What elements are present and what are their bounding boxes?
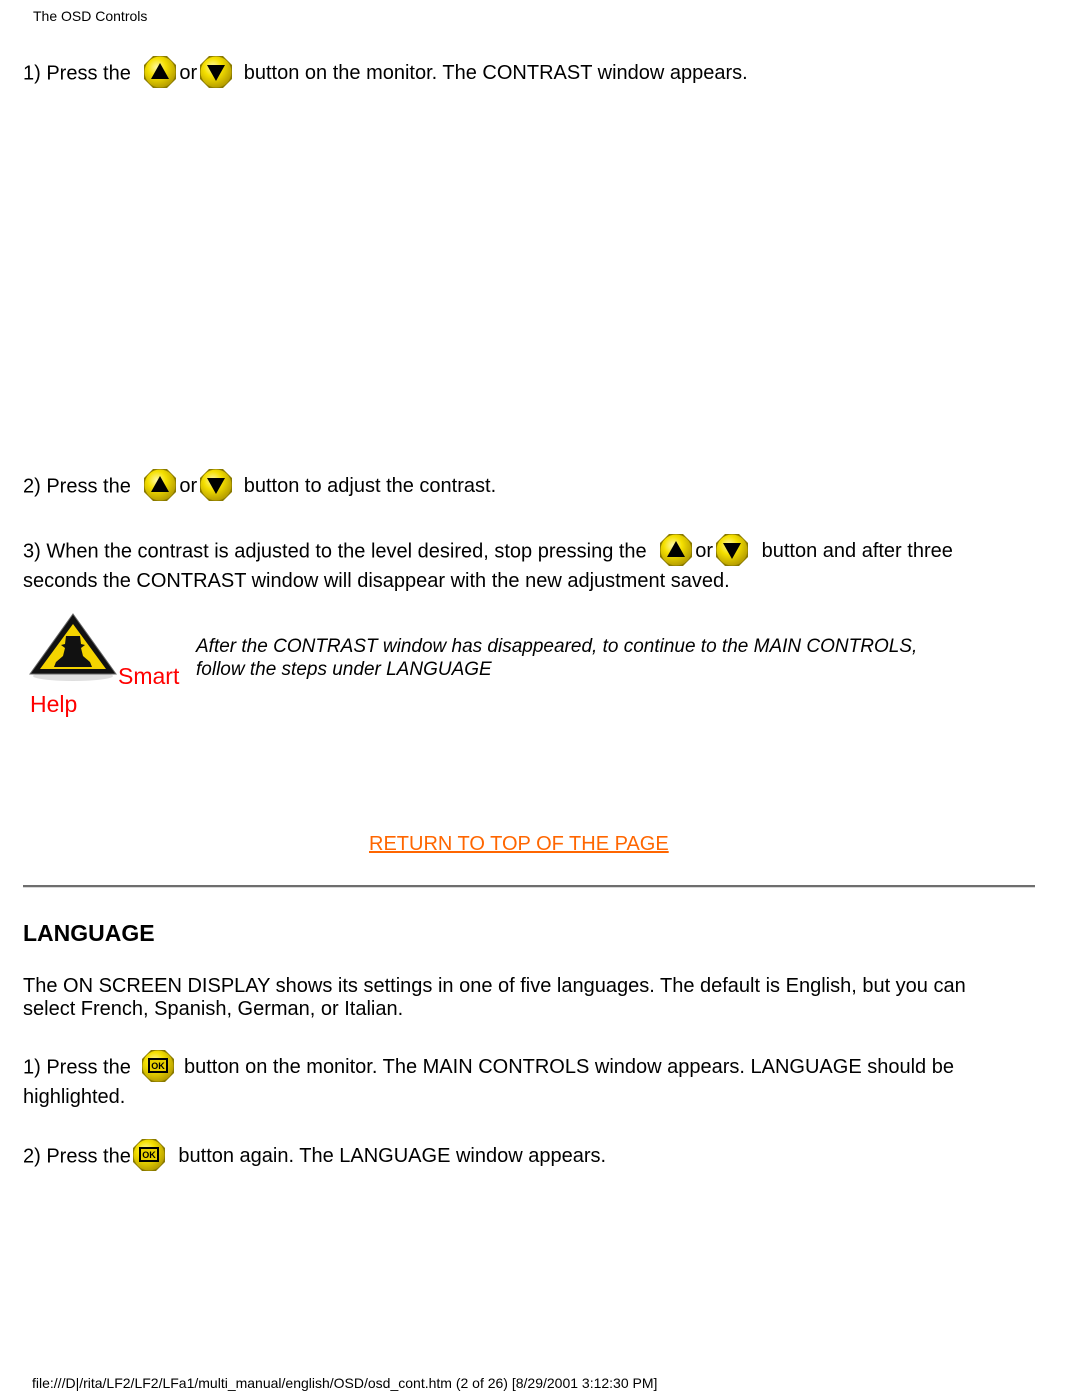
contrast-step-2: 2) Press the or button to adjust the con… [23,469,496,505]
language-step-1: 1) Press the OK button on the monitor. T… [23,1050,954,1086]
language-intro-line-2: select French, Spanish, German, or Itali… [23,998,404,1020]
smart-help-note-line-1: After the CONTRAST window has disappeare… [196,636,918,657]
svg-text:OK: OK [152,1061,166,1071]
svg-text:OK: OK [142,1150,156,1160]
smart-help-warning-icon [28,612,118,682]
down-arrow-button-icon [714,532,750,568]
step-text: 3) When the contrast is adjusted to the … [23,540,647,563]
return-to-top-link[interactable]: RETURN TO TOP OF THE PAGE [369,833,669,856]
step-text: 2) Press the [23,475,131,498]
step-text: button again. The LANGUAGE window appear… [178,1145,607,1168]
language-step-2: 2) Press the OK button again. The LANGUA… [23,1139,606,1175]
step-text: button to adjust the contrast. [243,475,497,498]
up-arrow-button-icon [658,532,694,568]
language-section-title: LANGUAGE [23,920,155,946]
section-divider [23,885,1035,888]
contrast-step-3-line-2: seconds the CONTRAST window will disappe… [23,570,730,592]
ok-button-icon: OK [131,1137,167,1173]
contrast-step-1: 1) Press the or button on the monitor. T… [23,56,748,92]
down-arrow-button-icon [198,54,234,90]
page-header-title: The OSD Controls [33,8,148,24]
or-text: or [695,540,714,563]
up-arrow-button-icon [142,467,178,503]
language-step-1-line-2: highlighted. [23,1086,126,1108]
step-text: button on the monitor. The MAIN CONTROLS… [183,1056,954,1079]
step-text: 1) Press the [23,62,131,85]
down-arrow-button-icon [198,467,234,503]
step-text: button on the monitor. The CONTRAST wind… [243,62,748,85]
smart-help-note-line-2: follow the steps under LANGUAGE [196,659,492,680]
or-text: or [179,62,198,85]
smart-help-label-help: Help [30,691,78,717]
smart-help-label: Smart [118,663,180,689]
up-arrow-button-icon [142,54,178,90]
step-text: 2) Press the [23,1145,131,1168]
footer-file-path: file:///D|/rita/LF2/LF2/LFa1/multi_manua… [32,1375,658,1391]
ok-button-icon: OK [140,1048,176,1084]
step-text: button and after three [761,540,953,563]
or-text: or [179,475,198,498]
contrast-step-3: 3) When the contrast is adjusted to the … [23,534,953,570]
language-intro-line-1: The ON SCREEN DISPLAY shows its settings… [23,975,966,997]
step-text: 1) Press the [23,1056,131,1079]
